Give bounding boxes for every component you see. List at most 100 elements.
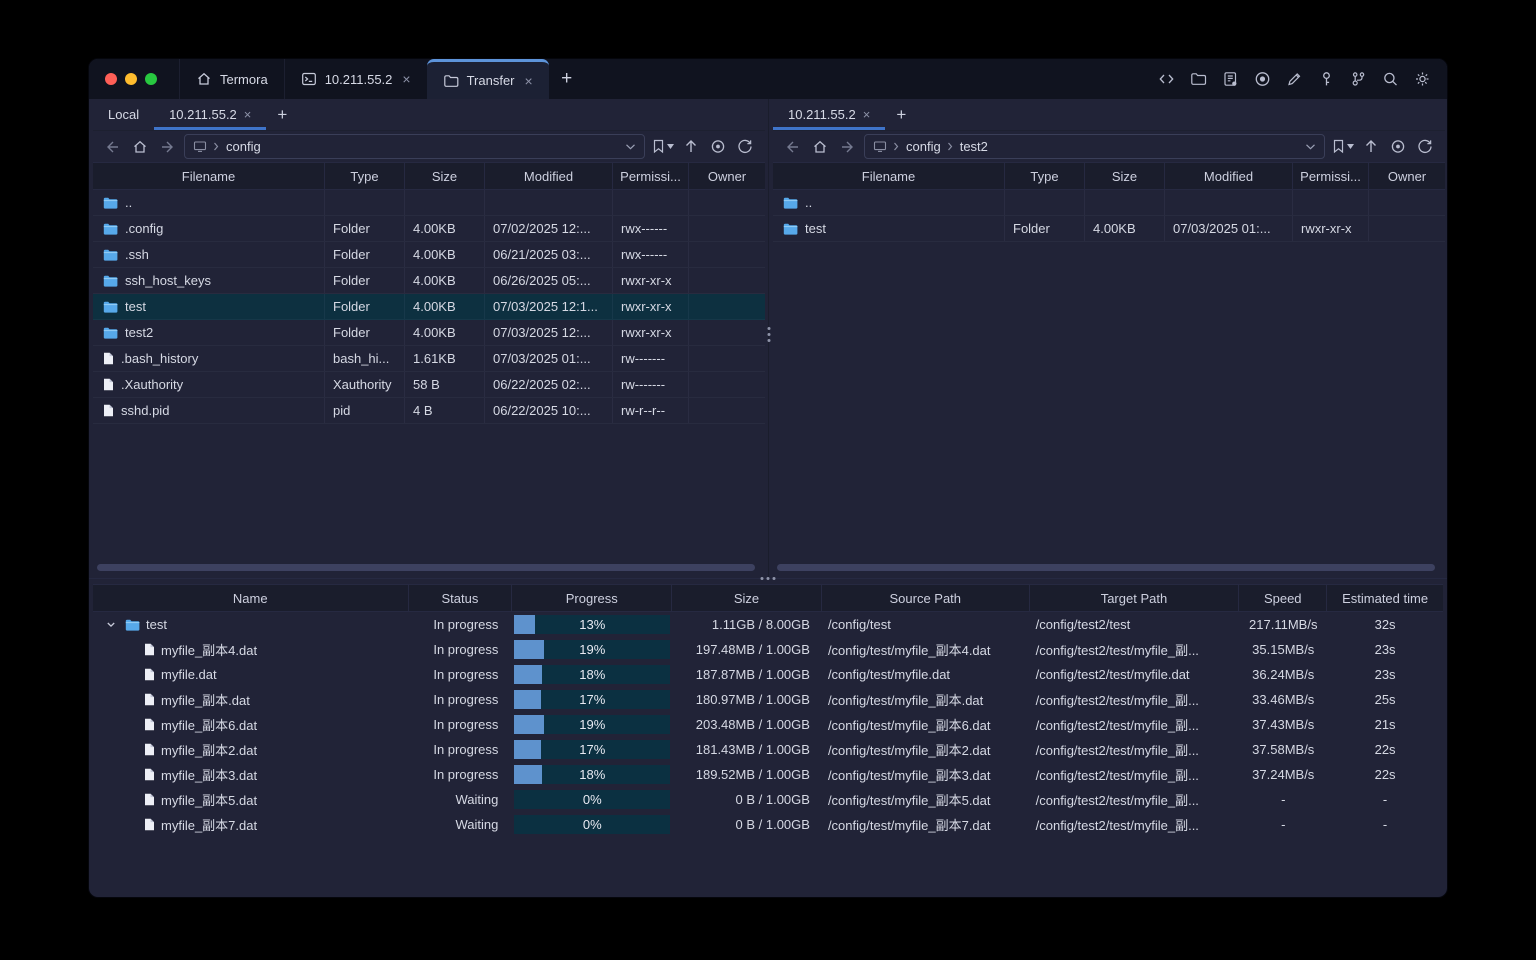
file-row[interactable]: test Folder 4.00KB 07/03/2025 12:1... rw… — [93, 294, 765, 320]
record-icon[interactable] — [1251, 68, 1273, 90]
right-path-breadcrumb[interactable]: config test2 — [864, 134, 1325, 159]
file-row[interactable]: .. — [93, 190, 765, 216]
left-path-breadcrumb[interactable]: config — [184, 134, 645, 159]
tab-remote-host[interactable]: 10.211.55.2 × — [154, 99, 266, 130]
column-header-estimated-time[interactable]: Estimated time — [1327, 585, 1443, 611]
column-header-source-path[interactable]: Source Path — [822, 585, 1030, 611]
close-icon[interactable]: × — [525, 74, 533, 88]
tab-host[interactable]: 10.211.55.2 × — [283, 59, 427, 99]
transfer-row[interactable]: test In progress 13% 1.11GB / 8.00GB /co… — [93, 612, 1443, 637]
file-size: 4.00KB — [405, 216, 485, 241]
file-row[interactable]: test Folder 4.00KB 07/03/2025 01:... rwx… — [773, 216, 1445, 242]
home-icon[interactable] — [810, 136, 830, 158]
tab-termora[interactable]: Termora — [179, 59, 284, 99]
back-icon[interactable] — [783, 136, 803, 158]
column-header-permissions[interactable]: Permissi... — [1293, 163, 1369, 189]
column-header-type[interactable]: Type — [325, 163, 405, 189]
column-header-size[interactable]: Size — [672, 585, 822, 611]
upload-icon[interactable] — [1361, 136, 1381, 158]
column-header-filename[interactable]: Filename — [93, 163, 325, 189]
transfer-row[interactable]: myfile_副本.dat In progress 17% 180.97MB /… — [93, 687, 1443, 712]
horizontal-splitter[interactable] — [89, 577, 1447, 584]
transfer-row[interactable]: myfile_副本5.dat Waiting 0% 0 B / 1.00GB /… — [93, 787, 1443, 812]
column-header-status[interactable]: Status — [409, 585, 513, 611]
upload-icon[interactable] — [681, 136, 701, 158]
folder-icon[interactable] — [1187, 68, 1209, 90]
column-header-size[interactable]: Size — [1085, 163, 1165, 189]
close-window-button[interactable] — [105, 73, 117, 85]
file-row[interactable]: .config Folder 4.00KB 07/02/2025 12:... … — [93, 216, 765, 242]
refresh-icon[interactable] — [1415, 136, 1435, 158]
minimize-window-button[interactable] — [125, 73, 137, 85]
refresh-icon[interactable] — [735, 136, 755, 158]
column-header-name[interactable]: Name — [93, 585, 409, 611]
code-icon[interactable] — [1155, 68, 1177, 90]
log-icon[interactable] — [1219, 68, 1241, 90]
transfer-row[interactable]: myfile_副本2.dat In progress 17% 181.43MB … — [93, 737, 1443, 762]
tab-transfer[interactable]: Transfer × — [426, 59, 549, 99]
column-header-speed[interactable]: Speed — [1239, 585, 1328, 611]
column-header-target-path[interactable]: Target Path — [1030, 585, 1240, 611]
edit-icon[interactable] — [1283, 68, 1305, 90]
file-row[interactable]: ssh_host_keys Folder 4.00KB 06/26/2025 0… — [93, 268, 765, 294]
column-header-size[interactable]: Size — [405, 163, 485, 189]
transfer-row[interactable]: myfile.dat In progress 18% 187.87MB / 1.… — [93, 662, 1443, 687]
bookmark-button[interactable] — [1332, 139, 1354, 154]
column-header-owner[interactable]: Owner — [689, 163, 765, 189]
transfer-status: In progress — [433, 617, 499, 632]
new-tab-button[interactable]: + — [549, 59, 585, 99]
file-row[interactable]: .. — [773, 190, 1445, 216]
breadcrumb-segment[interactable]: test2 — [960, 139, 988, 154]
file-size: 4 B — [405, 398, 485, 423]
column-header-filename[interactable]: Filename — [773, 163, 1005, 189]
forward-icon[interactable] — [837, 136, 857, 158]
transfer-name: myfile_副本3.dat — [161, 768, 258, 783]
vertical-splitter[interactable] — [765, 99, 773, 578]
key-icon[interactable] — [1315, 68, 1337, 90]
transfer-row[interactable]: myfile_副本7.dat Waiting 0% 0 B / 1.00GB /… — [93, 812, 1443, 837]
column-header-progress[interactable]: Progress — [512, 585, 673, 611]
show-hidden-icon[interactable] — [1388, 136, 1408, 158]
column-header-owner[interactable]: Owner — [1369, 163, 1445, 189]
transfer-name: test — [146, 617, 167, 632]
horizontal-scrollbar[interactable] — [97, 564, 755, 571]
column-header-type[interactable]: Type — [1005, 163, 1085, 189]
tab-remote-host[interactable]: 10.211.55.2 × — [773, 99, 885, 130]
close-icon[interactable]: × — [244, 108, 252, 121]
transfer-row[interactable]: myfile_副本3.dat In progress 18% 189.52MB … — [93, 762, 1443, 787]
add-panel-tab-button[interactable]: + — [266, 99, 298, 130]
column-header-permissions[interactable]: Permissi... — [613, 163, 689, 189]
expand-chevron-icon[interactable] — [103, 620, 119, 629]
add-panel-tab-button[interactable]: + — [885, 99, 917, 130]
transfer-row[interactable]: myfile_副本4.dat In progress 19% 197.48MB … — [93, 637, 1443, 662]
breadcrumb-segment[interactable]: config — [906, 139, 941, 154]
forward-icon[interactable] — [157, 136, 177, 158]
horizontal-scrollbar[interactable] — [777, 564, 1435, 571]
zoom-window-button[interactable] — [145, 73, 157, 85]
splitter-handle[interactable] — [767, 327, 771, 342]
close-icon[interactable]: × — [863, 108, 871, 121]
tab-local[interactable]: Local — [93, 99, 154, 130]
show-hidden-icon[interactable] — [708, 136, 728, 158]
chevron-down-icon[interactable] — [1305, 143, 1316, 151]
column-header-modified[interactable]: Modified — [485, 163, 613, 189]
transfer-row[interactable]: myfile_副本6.dat In progress 19% 203.48MB … — [93, 712, 1443, 737]
search-icon[interactable] — [1379, 68, 1401, 90]
column-header-modified[interactable]: Modified — [1165, 163, 1293, 189]
file-row[interactable]: test2 Folder 4.00KB 07/03/2025 12:... rw… — [93, 320, 765, 346]
home-icon[interactable] — [130, 136, 150, 158]
breadcrumb-segment[interactable]: config — [226, 139, 261, 154]
file-row[interactable]: .bash_history bash_hi... 1.61KB 07/03/20… — [93, 346, 765, 372]
bookmark-button[interactable] — [652, 139, 674, 154]
file-row[interactable]: .Xauthority Xauthority 58 B 06/22/2025 0… — [93, 372, 765, 398]
file-row[interactable]: .ssh Folder 4.00KB 06/21/2025 03:... rwx… — [93, 242, 765, 268]
settings-icon[interactable] — [1411, 68, 1433, 90]
file-type — [1005, 190, 1085, 215]
file-row[interactable]: sshd.pid pid 4 B 06/22/2025 10:... rw-r-… — [93, 398, 765, 424]
close-icon[interactable]: × — [402, 72, 410, 86]
splitter-handle[interactable] — [760, 577, 776, 580]
keychain-icon[interactable] — [1347, 68, 1369, 90]
chevron-down-icon[interactable] — [625, 143, 636, 151]
back-icon[interactable] — [103, 136, 123, 158]
transfer-status: Waiting — [455, 817, 499, 832]
